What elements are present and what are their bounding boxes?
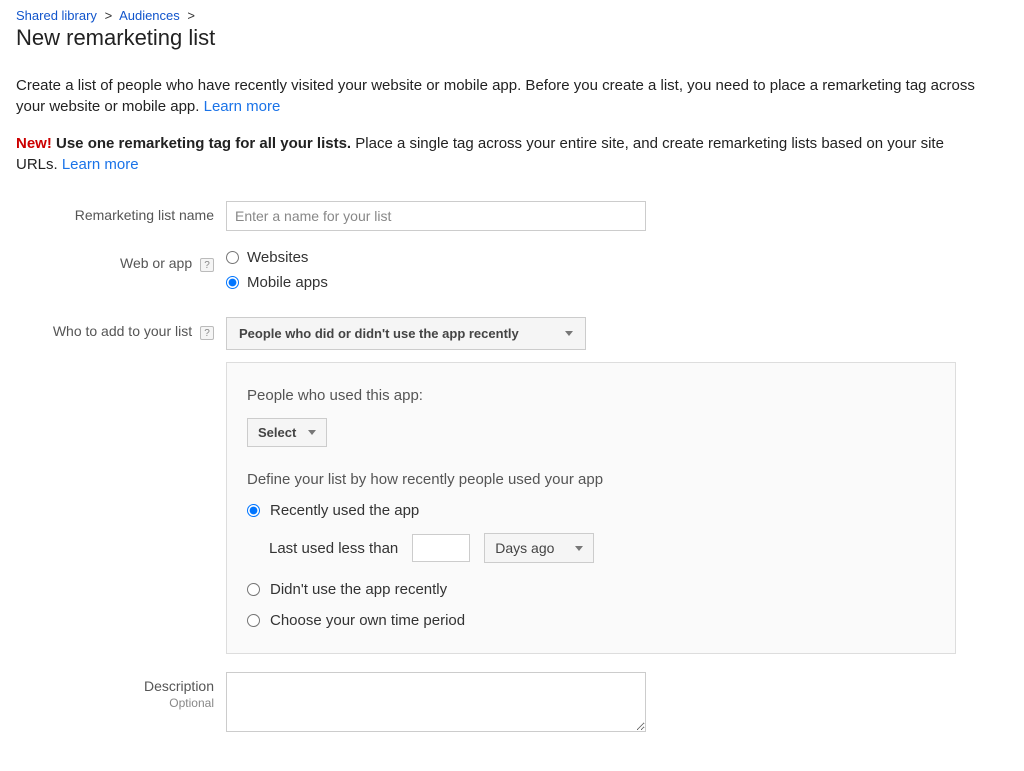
radio-websites[interactable] [226, 251, 239, 264]
chevron-down-icon [575, 546, 583, 551]
intro-text: Create a list of people who have recentl… [16, 75, 976, 117]
description-textarea[interactable] [226, 672, 646, 732]
radio-recently-used[interactable] [247, 504, 260, 517]
days-input[interactable] [412, 534, 470, 562]
tip-text: New! Use one remarketing tag for all you… [16, 133, 976, 175]
page-title: New remarketing list [16, 25, 1008, 51]
breadcrumb-audiences[interactable]: Audiences [119, 8, 180, 23]
radio-own-time[interactable] [247, 614, 260, 627]
list-name-input[interactable] [226, 201, 646, 231]
days-unit-dropdown[interactable]: Days ago [484, 533, 594, 563]
radio-recently-used-label: Recently used the app [270, 502, 419, 519]
radio-own-time-label: Choose your own time period [270, 612, 465, 629]
breadcrumb-sep-2: > [183, 8, 199, 23]
help-icon[interactable]: ? [200, 258, 214, 272]
radio-websites-label: Websites [247, 249, 308, 266]
intro-learn-more-link[interactable]: Learn more [204, 98, 281, 115]
radio-not-recently-used-label: Didn't use the app recently [270, 581, 447, 598]
help-icon[interactable]: ? [200, 326, 214, 340]
web-or-app-label: Web or app [120, 255, 192, 271]
description-sub: Optional [16, 696, 214, 710]
radio-not-recently-used[interactable] [247, 583, 260, 596]
radio-mobile-apps[interactable] [226, 276, 239, 289]
breadcrumb: Shared library > Audiences > [16, 8, 1008, 23]
list-name-label: Remarketing list name [16, 201, 226, 231]
people-used-label: People who used this app: [247, 387, 935, 404]
new-label: New! [16, 135, 52, 152]
chevron-down-icon [565, 331, 573, 336]
breadcrumb-sep: > [101, 8, 117, 23]
who-to-add-dropdown[interactable]: People who did or didn't use the app rec… [226, 317, 586, 350]
description-label: Description [144, 678, 214, 694]
recency-label: Define your list by how recently people … [247, 471, 935, 488]
tip-learn-more-link[interactable]: Learn more [62, 156, 139, 173]
select-app-dropdown[interactable]: Select [247, 418, 327, 447]
last-used-label: Last used less than [269, 540, 398, 557]
who-to-add-label: Who to add to your list [53, 323, 192, 339]
breadcrumb-shared-library[interactable]: Shared library [16, 8, 97, 23]
criteria-panel: People who used this app: Select Define … [226, 362, 956, 654]
radio-mobile-apps-label: Mobile apps [247, 274, 328, 291]
chevron-down-icon [308, 430, 316, 435]
